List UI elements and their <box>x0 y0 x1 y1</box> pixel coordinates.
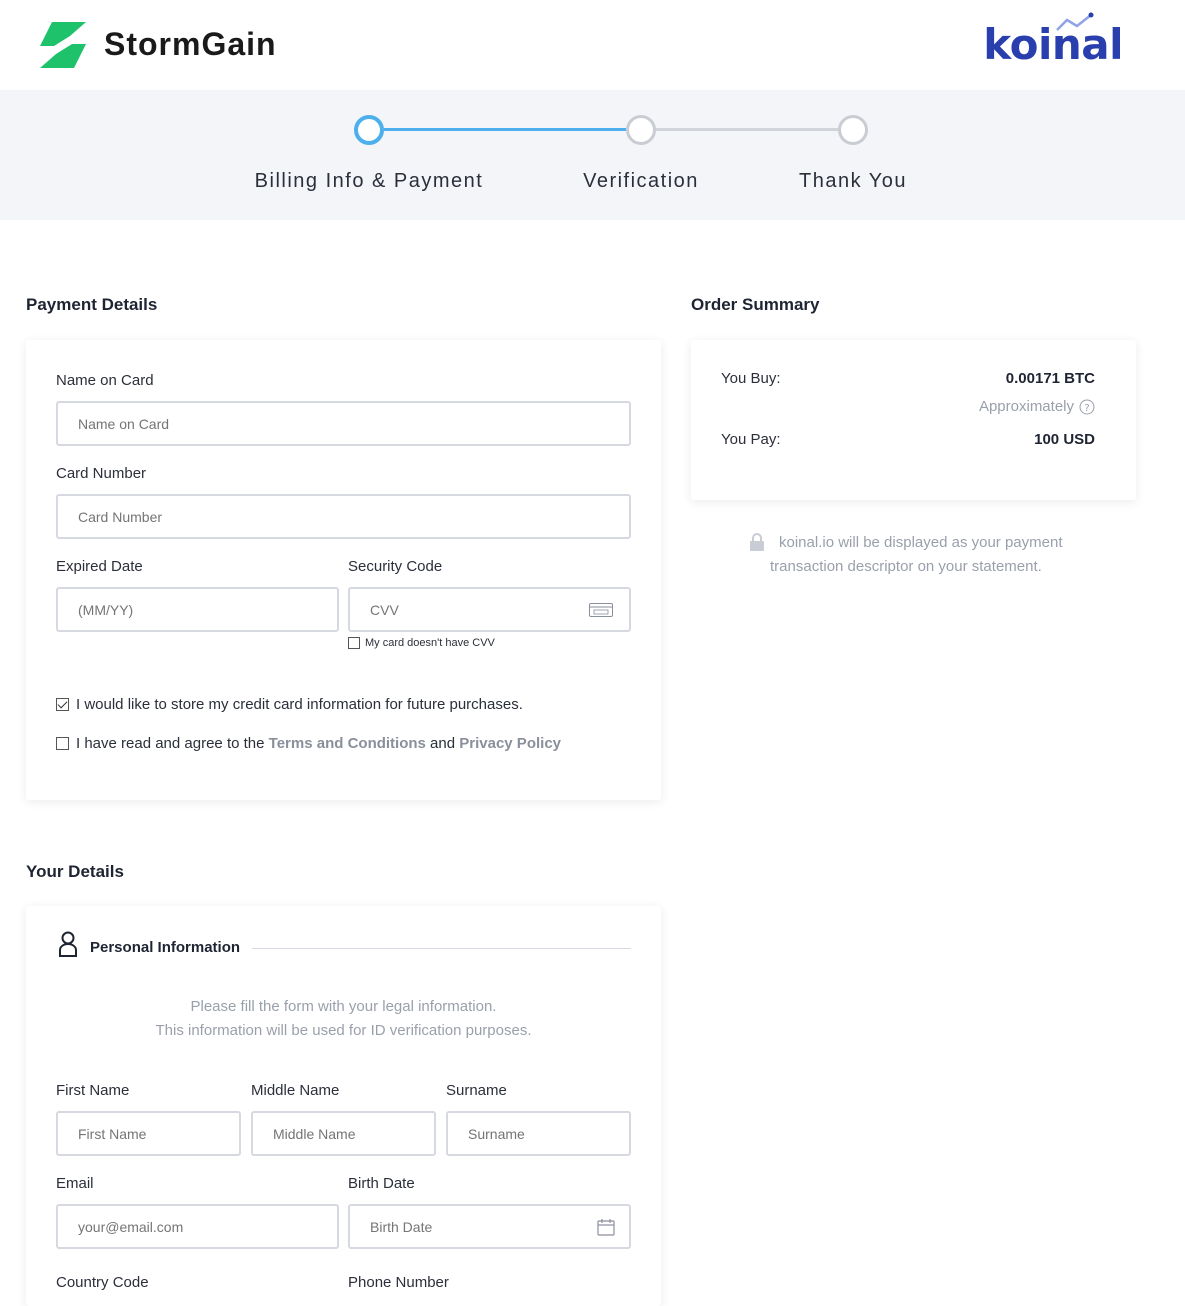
stormgain-logo-icon <box>40 22 86 68</box>
svg-text:?: ? <box>1084 403 1089 414</box>
middle-name-label: Middle Name <box>251 1082 340 1099</box>
store-card-label: I would like to store my credit card inf… <box>76 696 523 713</box>
note-line-1: Please fill the form with your legal inf… <box>190 998 497 1015</box>
store-card-checkbox[interactable] <box>56 698 69 711</box>
email-label: Email <box>56 1175 94 1192</box>
card-number-label: Card Number <box>56 465 147 482</box>
brand-name: StormGain <box>104 26 277 62</box>
note-line-2: This information will be used for ID ver… <box>155 1022 532 1039</box>
cvv-card-icon <box>589 603 613 617</box>
security-code-label: Security Code <box>348 558 443 575</box>
step-label-billing: Billing Info & Payment <box>254 170 484 192</box>
approximately-label: Approximately <box>978 398 1074 415</box>
your-details-title: Your Details <box>26 862 124 881</box>
card-number-input[interactable] <box>56 494 631 539</box>
surname-label: Surname <box>446 1082 507 1099</box>
lock-icon <box>750 533 764 551</box>
step-dot-thank-you <box>838 115 868 145</box>
first-name-label: First Name <box>56 1082 130 1099</box>
personal-info-card: Personal Information Please fill the for… <box>26 906 661 1306</box>
personal-info-divider <box>252 948 631 949</box>
personal-info-title: Personal Information <box>90 939 241 956</box>
payment-details-title: Payment Details <box>26 295 158 314</box>
step-dot-verification <box>626 115 656 145</box>
middle-name-input[interactable] <box>251 1111 436 1156</box>
step-dot-billing <box>354 115 384 145</box>
name-on-card-input[interactable] <box>56 401 631 446</box>
step-line-inactive <box>656 128 838 131</box>
progress-steps: Billing Info & Payment Verification Than… <box>0 90 1185 220</box>
help-icon[interactable]: ? <box>1079 399 1095 415</box>
step-line-active <box>384 128 626 131</box>
privacy-link[interactable]: Privacy Policy <box>459 735 561 752</box>
agree-and: and <box>425 735 460 752</box>
you-pay-value: 100 USD <box>1034 431 1095 448</box>
birth-date-label: Birth Date <box>348 1175 415 1192</box>
agree-prefix: I have read and agree to the <box>76 735 269 752</box>
you-buy-value: 0.00171 BTC <box>1005 370 1095 387</box>
order-summary-title: Order Summary <box>691 295 820 314</box>
payment-card: Name on Card Card Number Expired Date Se… <box>26 340 661 800</box>
descriptor-line-1: koinal.io will be displayed as your paym… <box>779 534 1063 551</box>
order-summary-card: You Buy: 0.00171 BTC Approximately ? You… <box>691 340 1136 500</box>
birth-date-input[interactable] <box>348 1204 631 1249</box>
first-name-input[interactable] <box>56 1111 241 1156</box>
you-pay-label: You Pay: <box>721 431 781 448</box>
descriptor-line-2: transaction descriptor on your statement… <box>770 558 1042 575</box>
header: StormGain koinal <box>0 0 1185 90</box>
surname-input[interactable] <box>446 1111 631 1156</box>
phone-number-label: Phone Number <box>348 1274 449 1291</box>
step-label-thank-you: Thank You <box>798 170 908 192</box>
name-on-card-label: Name on Card <box>56 372 154 389</box>
no-cvv-label: My card doesn't have CVV <box>365 637 495 649</box>
agree-terms-checkbox[interactable] <box>56 737 69 750</box>
calendar-icon[interactable] <box>597 1218 615 1236</box>
email-input[interactable] <box>56 1204 339 1249</box>
terms-link[interactable]: Terms and Conditions <box>269 735 426 752</box>
agree-terms-label: I have read and agree to the Terms and C… <box>76 735 561 752</box>
no-cvv-checkbox[interactable] <box>348 637 360 649</box>
person-icon <box>59 931 77 957</box>
expired-date-input[interactable] <box>56 587 339 632</box>
country-code-label: Country Code <box>56 1274 149 1291</box>
step-label-verification: Verification <box>583 170 699 192</box>
you-buy-label: You Buy: <box>721 370 781 387</box>
partner-logo: koinal <box>983 20 1123 69</box>
expired-date-label: Expired Date <box>56 558 143 575</box>
